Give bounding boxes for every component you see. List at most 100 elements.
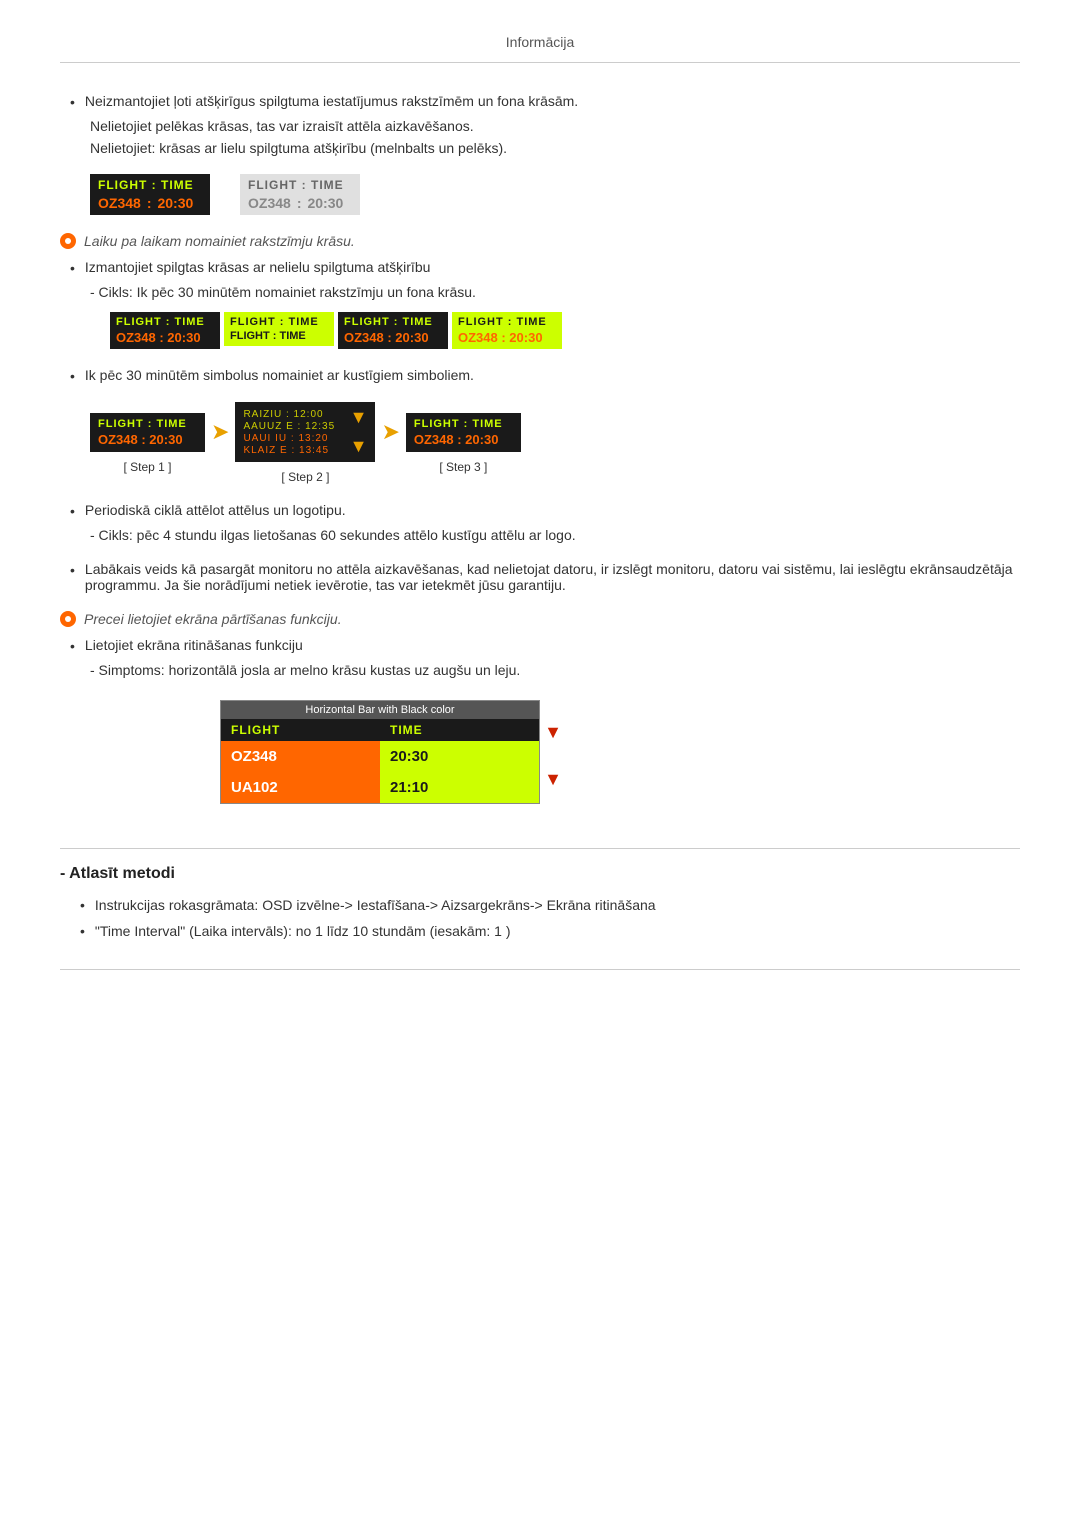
atlasit-bullet-2: • "Time Interval" (Laika intervāls): no … [60,923,1020,939]
flight-box-light: FLIGHT : TIME OZ348 : 20:30 [240,174,360,215]
step-1-label: [ Step 1 ] [123,460,171,474]
bullet-dot-5: • [70,562,75,593]
step3-data: OZ348 : 20:30 [414,432,513,447]
step-2-box: RAIZIU : 12:00 AAUUZ E : 12:35 UAUI IU :… [235,402,375,462]
atlasit-dot-1: • [80,897,85,913]
section-1: • Neizmantojiet ļoti atšķirīgus spilgtum… [60,93,1020,215]
flight-light-header: FLIGHT : TIME [248,178,352,192]
hbar-cell-2-1: UA102 [221,772,380,803]
hbar-title: Horizontal Bar with Black color [221,701,539,719]
section-6: • Lietojiet ekrāna ritināšanas funkciju … [60,637,1020,820]
cb4-data: OZ348 : 20:30 [458,330,556,345]
page-header: Informācija [60,20,1020,63]
hbar-cell-1-1: OZ348 [221,741,380,772]
bullet-dot-1: • [70,94,75,110]
cb3-data: OZ348 : 20:30 [344,330,442,345]
sub-text-1: Nelietojiet pelēkas krāsas, tas var izra… [90,118,1020,134]
cb3-header: FLIGHT : TIME [344,316,442,328]
section-4: • Periodiskā ciklā attēlot attēlus un lo… [60,502,1020,543]
down-arrow-2: ▼ [350,436,368,457]
step2-row2a: UAUI IU : 13:20 [243,433,335,444]
cikls-text-2: - Cikls: pēc 4 stundu ilgas lietošanas 6… [90,527,1020,543]
atlasit-text-2: "Time Interval" (Laika intervāls): no 1 … [95,923,511,939]
step-3-label: [ Step 3 ] [439,460,487,474]
bullet-content-2: Izmantojiet spilgtas krāsas ar nelielu s… [85,259,1020,276]
section-5: • Labākais veids kā pasargāt monitoru no… [60,561,1020,593]
side-arrows: ▼ ▼ [544,722,562,790]
cycling-box-1: FLIGHT : TIME OZ348 : 20:30 [110,312,220,349]
step-2-block: RAIZIU : 12:00 AAUUZ E : 12:35 UAUI IU :… [235,402,375,484]
hbar-data-row-2: UA102 21:10 [221,772,539,803]
atlasit-dot-2: • [80,923,85,939]
atlasit-section: - Atlasīt metodi • Instrukcijas rokasgrā… [60,848,1020,939]
step-1-box: FLIGHT : TIME OZ348 : 20:30 [90,413,205,452]
cycling-box-4: FLIGHT : TIME OZ348 : 20:30 [452,312,562,349]
down-arrow-red-1: ▼ [544,722,562,743]
step-2-label: [ Step 2 ] [281,470,329,484]
bullet-text-6: Lietojiet ekrāna ritināšanas funkciju [85,637,1020,653]
cb1-header: FLIGHT : TIME [116,316,214,328]
cycling-box-3: FLIGHT : TIME OZ348 : 20:30 [338,312,448,349]
bullet-text-1: Neizmantojiet ļoti atšķirīgus spilgtuma … [85,93,1020,109]
hbar-header-row: FLIGHT TIME [221,719,539,741]
hbar-container: Horizontal Bar with Black color FLIGHT T… [220,700,540,804]
bullet-content-1: Neizmantojiet ļoti atšķirīgus spilgtuma … [85,93,1020,110]
step-3-box: FLIGHT : TIME OZ348 : 20:30 [406,413,521,452]
hbar-cell-1-2: 20:30 [380,741,539,772]
step2-row1a: RAIZIU : 12:00 [243,409,335,420]
sub-text-2: Nelietojiet: krāsas ar lielu spilgtuma a… [90,140,1020,156]
bullet-text-4: Periodiskā ciklā attēlot attēlus un logo… [85,502,1020,518]
bullet-content-4: Periodiskā ciklā attēlot attēlus un logo… [85,502,1020,519]
arrow-1: ➤ [211,419,229,445]
bullet-text-3: Ik pēc 30 minūtēm simbolus nomainiet ar … [85,367,1020,383]
bullet-dot-2: • [70,260,75,276]
hbar-wrapper: Horizontal Bar with Black color FLIGHT T… [220,700,540,804]
orange-circle-icon-2 [60,611,76,627]
step-3-block: FLIGHT : TIME OZ348 : 20:30 [ Step 3 ] [406,413,521,474]
bullet-item-2: • Izmantojiet spilgtas krāsas ar nelielu… [60,259,1020,276]
bullet-dot-4: • [70,503,75,519]
header-title: Informācija [506,34,574,50]
simptoms-text: - Simptoms: horizontālā josla ar melno k… [90,662,1020,678]
cycling-examples: FLIGHT : TIME OZ348 : 20:30 FLIGHT : TIM… [110,312,1020,349]
atlasit-title: - Atlasīt metodi [60,865,1020,883]
cb2-header: FLIGHT : TIME [230,316,328,328]
flight-dark-header: FLIGHT : TIME [98,178,202,192]
bullet-content-5: Labākais veids kā pasargāt monitoru no a… [85,561,1020,593]
step-sequence: FLIGHT : TIME OZ348 : 20:30 [ Step 1 ] ➤… [90,402,1020,484]
step1-header: FLIGHT : TIME [98,418,197,430]
bullet-item-5: • Labākais veids kā pasargāt monitoru no… [60,561,1020,593]
step-1-block: FLIGHT : TIME OZ348 : 20:30 [ Step 1 ] [90,413,205,474]
cb1-data: OZ348 : 20:30 [116,330,214,345]
italic-note-1: Laiku pa laikam nomainiet rakstzīmju krā… [60,233,1020,249]
cikls-text-1: - Cikls: Ik pēc 30 minūtēm nomainiet rak… [90,284,1020,300]
step2-row2b: KLAIZ E : 13:45 [243,445,335,456]
flight-light-data: OZ348 : 20:30 [248,195,352,211]
section-3: • Ik pēc 30 minūtēm simbolus nomainiet a… [60,367,1020,484]
flight-examples: FLIGHT : TIME OZ348 : 20:30 FLIGHT : TIM… [90,174,1020,215]
bullet-content-6: Lietojiet ekrāna ritināšanas funkciju [85,637,1020,654]
page-container: Informācija • Neizmantojiet ļoti atšķirī… [0,0,1080,1010]
arrow-2: ➤ [381,419,399,445]
bottom-separator [60,969,1020,970]
bullet-dot-6: • [70,638,75,654]
italic-note-text-1: Laiku pa laikam nomainiet rakstzīmju krā… [84,233,355,249]
flight-dark-data: OZ348 : 20:30 [98,195,202,211]
step1-data: OZ348 : 20:30 [98,432,197,447]
bullet-text-2: Izmantojiet spilgtas krāsas ar nelielu s… [85,259,1020,275]
italic-note-2: Precei lietojiet ekrāna pārtīšanas funkc… [60,611,1020,627]
down-arrow-red-2: ▼ [544,769,562,790]
hbar-header-2: TIME [380,719,539,741]
bullet-item-6: • Lietojiet ekrāna ritināšanas funkciju [60,637,1020,654]
hbar-header-1: FLIGHT [221,719,380,741]
down-arrow-1: ▼ [350,407,368,428]
cb2-data: FLIGHT : TIME [230,330,328,342]
bullet-item-3: • Ik pēc 30 minūtēm simbolus nomainiet a… [60,367,1020,384]
orange-circle-icon-1 [60,233,76,249]
atlasit-text-1: Instrukcijas rokasgrāmata: OSD izvēlne->… [95,897,656,913]
bullet-content-3: Ik pēc 30 minūtēm simbolus nomainiet ar … [85,367,1020,384]
bullet-item-4: • Periodiskā ciklā attēlot attēlus un lo… [60,502,1020,519]
hbar-data-row-1: OZ348 20:30 [221,741,539,772]
italic-note-text-2: Precei lietojiet ekrāna pārtīšanas funkc… [84,611,342,627]
cycling-box-2: FLIGHT : TIME FLIGHT : TIME [224,312,334,346]
